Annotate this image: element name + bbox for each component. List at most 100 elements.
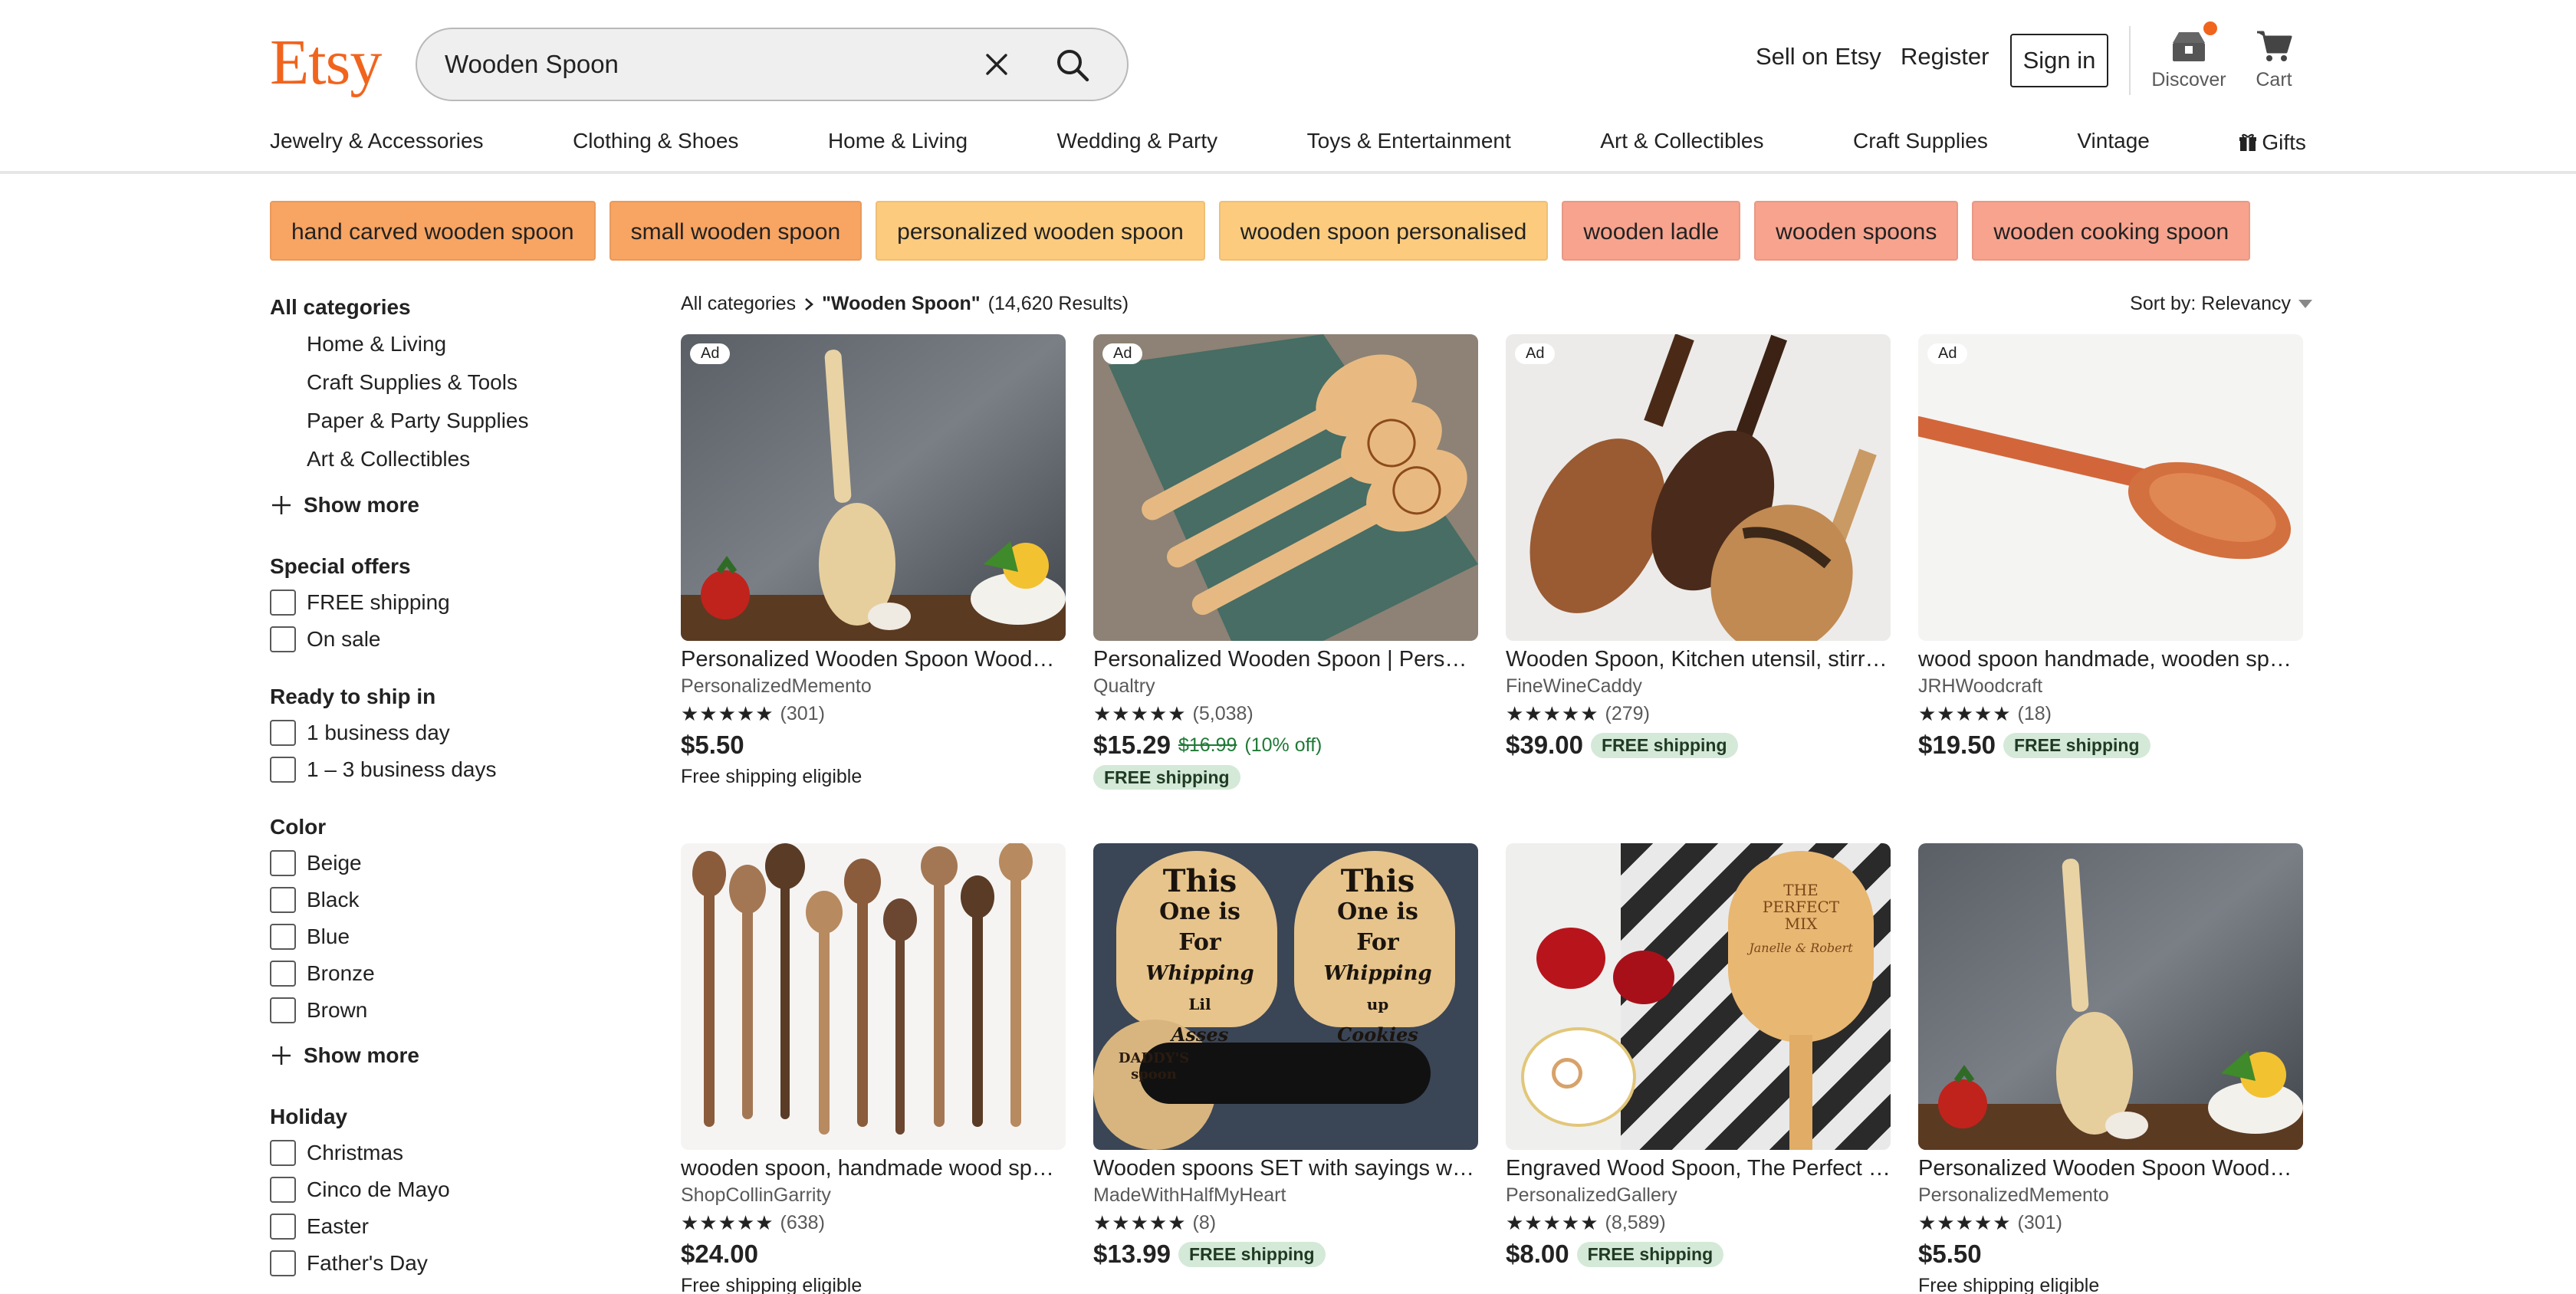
checkbox[interactable] [270,757,296,783]
listing-title[interactable]: Wooden spoons SET with sayings whipping [1093,1156,1478,1181]
filter-holiday-cinco-de-mayo[interactable]: Cinco de Mayo [270,1171,623,1208]
filter-category-art[interactable]: Art & Collectibles [270,440,623,478]
search-submit-button[interactable] [1050,43,1095,87]
shop-name[interactable]: PersonalizedGallery [1506,1184,1891,1207]
related-chip[interactable]: wooden ladle [1562,201,1741,261]
related-chip[interactable]: small wooden spoon [609,201,863,261]
price: $13.99 [1093,1240,1171,1268]
sort-dropdown[interactable]: Sort by: Relevancy [2130,293,2312,315]
nav-wedding-party[interactable]: Wedding & Party [1057,123,1218,163]
listing-image[interactable] [681,843,1066,1150]
filter-color-black[interactable]: Black [270,882,623,918]
price: $5.50 [1918,1240,1982,1268]
filter-color-blue[interactable]: Blue [270,918,623,955]
related-chip[interactable]: wooden cooking spoon [1972,201,2251,261]
search-icon [1057,50,1089,82]
shop-name[interactable]: JRHWoodcraft [1918,675,2303,698]
related-chip[interactable]: wooden spoons [1754,201,1959,261]
discover-button[interactable]: Discover [2148,29,2229,91]
listing-card[interactable]: Ad wood spoon handmade, wooden spoon cher… [1918,334,2303,843]
filter-free-shipping[interactable]: FREE shipping [270,584,623,621]
listing-title[interactable]: wood spoon handmade, wooden spoon cherry [1918,647,2303,672]
review-count: (638) [780,1212,825,1233]
shop-name[interactable]: ShopCollinGarrity [681,1184,1066,1207]
shop-name[interactable]: MadeWithHalfMyHeart [1093,1184,1478,1207]
nav-craft-supplies[interactable]: Craft Supplies [1853,123,1988,163]
price-row: $13.99 FREE shipping [1093,1240,1478,1269]
listing-card[interactable]: Ad Personalized Wooden Spoon | Personaliz… [1093,334,1478,843]
listing-card[interactable]: THE PERFECT MIX Janelle & Robert Engrave… [1506,843,1891,1294]
listing-image[interactable]: Ad [1918,334,2303,641]
checkbox[interactable] [270,626,296,652]
filter-category-craft-supplies[interactable]: Craft Supplies & Tools [270,363,623,402]
filter-color-bronze[interactable]: Bronze [270,955,623,992]
breadcrumb-all-categories[interactable]: All categories [681,293,796,315]
show-more-colors-button[interactable]: Show more [270,1033,623,1078]
checkbox[interactable] [270,1140,296,1166]
listing-title[interactable]: Personalized Wooden Spoon Wooden Spoon G… [681,647,1066,672]
cart-button[interactable]: Cart [2245,29,2303,91]
show-more-categories-button[interactable]: Show more [270,483,623,527]
checkbox[interactable] [270,1250,296,1276]
checkbox[interactable] [270,590,296,616]
cart-icon [2257,31,2292,61]
listing-card[interactable]: Ad Personalized Wooden Spoon Wooden Spoon… [681,334,1066,843]
price-row: $5.50 [1918,1240,2303,1269]
checkbox[interactable] [270,720,296,746]
filter-holiday-easter[interactable]: Easter [270,1208,623,1245]
listing-title[interactable]: wooden spoon, handmade wood spoon set [681,1156,1066,1181]
filter-holiday-christmas[interactable]: Christmas [270,1135,623,1171]
search-input[interactable] [445,29,966,100]
listing-image[interactable]: This One is For Whipping Lil Asses This … [1093,843,1478,1150]
listing-image[interactable]: Ad [1506,334,1891,641]
filter-category-paper-party[interactable]: Paper & Party Supplies [270,402,623,440]
filter-color-brown[interactable]: Brown [270,992,623,1029]
checkbox[interactable] [270,850,296,876]
shop-name[interactable]: Qualtry [1093,675,1478,698]
checkbox[interactable] [270,924,296,950]
related-chip[interactable]: hand carved wooden spoon [270,201,596,261]
listing-card[interactable]: Personalized Wooden Spoon Wooden Spoon G… [1918,843,2303,1294]
listing-title[interactable]: Personalized Wooden Spoon | Personalized… [1093,647,1478,672]
shop-name[interactable]: PersonalizedMemento [681,675,1066,698]
checkbox[interactable] [270,961,296,987]
listing-image[interactable]: Ad [681,334,1066,641]
related-chip[interactable]: wooden spoon personalised [1218,201,1549,261]
listing-image[interactable]: THE PERFECT MIX Janelle & Robert [1506,843,1891,1150]
filter-category-home-living[interactable]: Home & Living [270,325,623,363]
filter-holiday-fathers-day[interactable]: Father's Day [270,1245,623,1282]
all-categories-heading[interactable]: All categories [270,290,623,325]
nav-jewelry-accessories[interactable]: Jewelry & Accessories [270,123,484,163]
nav-art-collectibles[interactable]: Art & Collectibles [1600,123,1763,163]
register-link[interactable]: Register [1901,43,1989,71]
filter-on-sale[interactable]: On sale [270,621,623,658]
listing-title[interactable]: Personalized Wooden Spoon Wooden Spoon G… [1918,1156,2303,1181]
listing-card[interactable]: This One is For Whipping Lil Asses This … [1093,843,1478,1294]
filter-ship-1-day[interactable]: 1 business day [270,714,623,751]
nav-clothing-shoes[interactable]: Clothing & Shoes [573,123,738,163]
listing-card[interactable]: wooden spoon, handmade wood spoon set Sho… [681,843,1066,1294]
listing-image[interactable] [1918,843,2303,1150]
sell-on-etsy-link[interactable]: Sell on Etsy [1756,43,1881,71]
ad-badge: Ad [1927,343,1968,364]
listing-title[interactable]: Engraved Wood Spoon, The Perfect Mix [1506,1156,1891,1181]
filter-color-beige[interactable]: Beige [270,845,623,882]
nav-vintage[interactable]: Vintage [2077,123,2149,163]
checkbox[interactable] [270,1177,296,1203]
listing-card[interactable]: Ad Wooden Spoon, Kitchen utensil, stirrin… [1506,334,1891,843]
etsy-logo[interactable]: Etsy [270,25,382,101]
shop-name[interactable]: FineWineCaddy [1506,675,1891,698]
checkbox[interactable] [270,1214,296,1240]
checkbox[interactable] [270,887,296,913]
nav-gifts[interactable]: Gifts [2239,123,2306,163]
nav-toys-entertainment[interactable]: Toys & Entertainment [1307,123,1511,163]
listing-image[interactable]: Ad [1093,334,1478,641]
listing-title[interactable]: Wooden Spoon, Kitchen utensil, stirring … [1506,647,1891,672]
checkbox[interactable] [270,997,296,1023]
shop-name[interactable]: PersonalizedMemento [1918,1184,2303,1207]
sign-in-button[interactable]: Sign in [2010,34,2108,87]
clear-search-button[interactable] [978,46,1015,83]
nav-home-living[interactable]: Home & Living [828,123,968,163]
filter-ship-1-3-days[interactable]: 1 – 3 business days [270,751,623,788]
related-chip[interactable]: personalized wooden spoon [876,201,1205,261]
